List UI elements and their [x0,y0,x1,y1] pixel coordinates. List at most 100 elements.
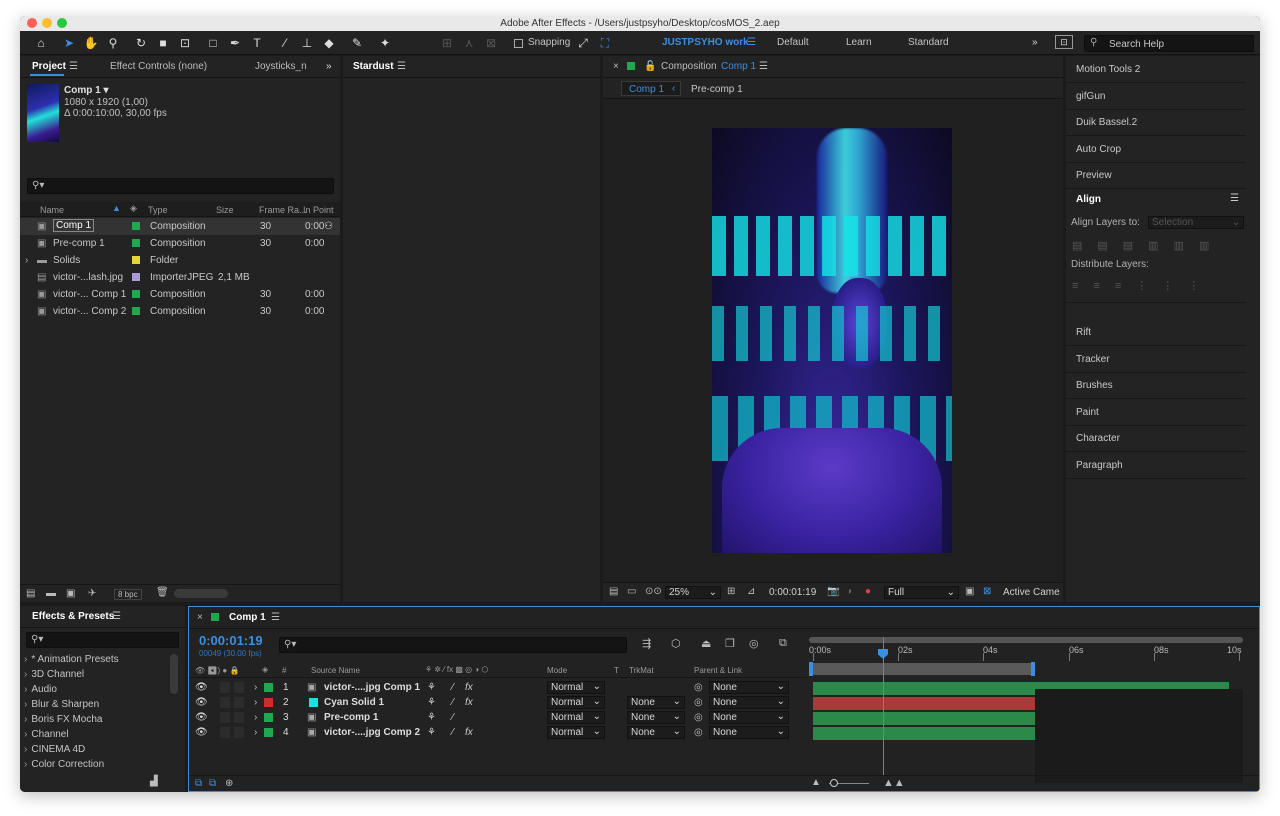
chevron-right-icon[interactable]: › [254,712,257,723]
vr-goggles-icon[interactable]: ⊙⊙ [645,586,662,597]
shy-switch-icon[interactable]: ⚘ [427,712,436,723]
project-item[interactable]: ▣ Comp 1 Composition 30 0:00 ⚇ [20,218,340,235]
bit-depth-button[interactable]: 8 bpc [114,589,142,600]
column-in-point[interactable]: In Point [303,205,334,215]
workspace-standard[interactable]: Standard [908,37,949,48]
work-area-bar[interactable] [809,662,1035,676]
quality-switch-icon[interactable]: ⁄ [452,727,454,738]
eraser-tool-icon[interactable]: ◆ [320,34,338,52]
snap-edges-icon[interactable]: ⤢ [574,34,592,52]
show-snapshot-icon[interactable]: ◗ [847,586,853,597]
item-label-color[interactable] [132,273,140,281]
blend-mode-dropdown[interactable]: Normal ⌄ [547,696,605,709]
close-tab-icon[interactable]: × [197,612,203,623]
search-help-field[interactable]: ⚲ Search Help [1084,35,1254,52]
timeline-zoom-knob[interactable] [830,779,838,787]
blend-mode-dropdown[interactable]: Normal ⌄ [547,726,605,739]
effects-search-input[interactable]: ⚲▾ [26,632,179,648]
solo-toggle[interactable] [234,697,244,708]
parent-dropdown[interactable]: None ⌄ [709,726,789,739]
chevron-right-icon[interactable]: › [254,682,257,693]
pick-whip-icon[interactable]: ◎ [694,727,703,738]
toggle-switches-icon[interactable]: ⧉ [195,778,202,789]
align-to-dropdown[interactable]: Selection ⌄ [1148,216,1244,229]
pick-whip-icon[interactable]: ◎ [694,697,703,708]
visibility-eye-icon[interactable]: 👁 [195,727,208,738]
panel-item-tracker[interactable]: Tracker [1066,347,1246,373]
time-navigator-bar[interactable] [809,637,1243,643]
panel-menu-icon[interactable]: ☰ [271,612,280,623]
tab-project[interactable]: Project [32,61,66,72]
layer-label-color[interactable] [264,713,273,722]
effect-category[interactable]: › CINEMA 4D [24,744,85,755]
effect-category[interactable]: › Channel [24,729,69,740]
resolution-dropdown[interactable]: Full ⌄ [884,586,959,599]
quality-switch-icon[interactable]: ⁄ [452,697,454,708]
column-frame-rate[interactable]: Frame Ra... [259,205,307,215]
always-preview-icon[interactable]: ▤ [609,586,618,597]
more-workspaces-icon[interactable]: » [1032,37,1038,48]
column-size[interactable]: Size [216,205,234,215]
rectangle-tool-icon[interactable]: □ [204,34,222,52]
panel-menu-icon[interactable]: ☰ [397,61,406,72]
selection-tool-icon[interactable]: ➤ [60,34,78,52]
effect-category[interactable]: › Blur & Sharpen [24,699,99,710]
roto-brush-tool-icon[interactable]: ✎ [348,34,366,52]
composition-viewer-image[interactable] [712,128,952,553]
time-ruler-area[interactable]: 0:00s 02s 04s 06s 08s 10s [809,633,1243,783]
draft-3d-icon[interactable]: ⬡ [671,637,681,650]
fx-switch-icon[interactable]: fx [465,682,473,693]
project-item[interactable]: ▣ victor-... Comp 2 Composition 30 0:00 [20,303,340,320]
effect-category[interactable]: › Boris FX Mocha [24,714,102,725]
panel-menu-icon[interactable]: ☰ [1230,193,1239,204]
label-column-icon[interactable]: ◈ [130,203,137,214]
zoom-out-mountain-icon[interactable]: ▲ [811,777,821,788]
layer-label-color[interactable] [264,698,273,707]
minimize-window-button[interactable] [42,18,52,28]
snap-features-icon[interactable]: ⛶ [596,34,614,52]
home-icon[interactable]: ⌂ [32,34,50,52]
hide-shy-layers-icon[interactable]: ⏏ [701,637,711,650]
parent-dropdown[interactable]: None ⌄ [709,696,789,709]
brush-tool-icon[interactable]: ⁄ [276,34,294,52]
effects-scrollbar[interactable] [170,654,178,694]
current-time-display[interactable]: 0:00:01:19 [769,587,816,598]
view-axis-icon[interactable]: ⊠ [482,34,500,52]
audio-toggle[interactable] [220,727,230,738]
toggle-modes-icon[interactable]: ⧉ [209,778,216,789]
workspace-menu-icon[interactable]: ☰ [747,37,756,48]
work-area-end-handle[interactable] [1031,662,1035,676]
flowchart-icon[interactable]: ⚇ [324,221,333,232]
chevron-right-icon[interactable]: › [254,727,257,738]
visibility-eye-icon[interactable]: 👁 [195,682,208,693]
solo-toggle[interactable] [234,727,244,738]
panel-menu-icon[interactable]: ☰ [759,61,768,72]
workspace-justpsyho[interactable]: JUSTPSYHO work [662,37,749,48]
layer-label-color[interactable] [264,683,273,692]
playhead-handle[interactable] [878,649,888,659]
local-axis-icon[interactable]: ⊞ [438,34,456,52]
project-item[interactable]: ▣ Pre-comp 1 Composition 30 0:00 [20,235,340,252]
column-type[interactable]: Type [148,205,168,215]
solo-toggle[interactable] [234,712,244,723]
panel-item-paint[interactable]: Paint [1066,400,1246,426]
composition-name[interactable]: Comp 1 [721,61,756,72]
blend-mode-dropdown[interactable]: Normal ⌄ [547,711,605,724]
graph-editor-icon[interactable]: ⧉ [779,637,787,650]
item-label-color[interactable] [132,307,140,315]
panel-item-auto-crop[interactable]: Auto Crop [1066,137,1246,163]
pick-whip-icon[interactable]: ◎ [694,682,703,693]
chevron-right-icon[interactable]: › [254,697,257,708]
panel-item-motion-tools-2[interactable]: Motion Tools 2 [1066,57,1246,83]
active-camera-dropdown[interactable]: Active Came [1003,587,1060,598]
pick-whip-icon[interactable]: ◎ [694,712,703,723]
column-parent-link[interactable]: Parent & Link [694,666,742,675]
audio-toggle[interactable] [220,682,230,693]
audio-toggle[interactable] [220,697,230,708]
snapping-checkbox[interactable] [514,39,523,48]
distribute-buttons-row[interactable]: ≡≡≡⋮⋮⋮ [1072,279,1246,293]
layer-row[interactable]: 👁 › 3 ▣ Pre-comp 1 ⚘ ⁄ Normal ⌄ None ⌄ ◎ None ⌄ [189,710,807,725]
fit-icon[interactable]: ⊞ [727,586,735,597]
fx-switch-icon[interactable]: fx [465,697,473,708]
zoom-tool-icon[interactable]: ⚲ [104,34,122,52]
